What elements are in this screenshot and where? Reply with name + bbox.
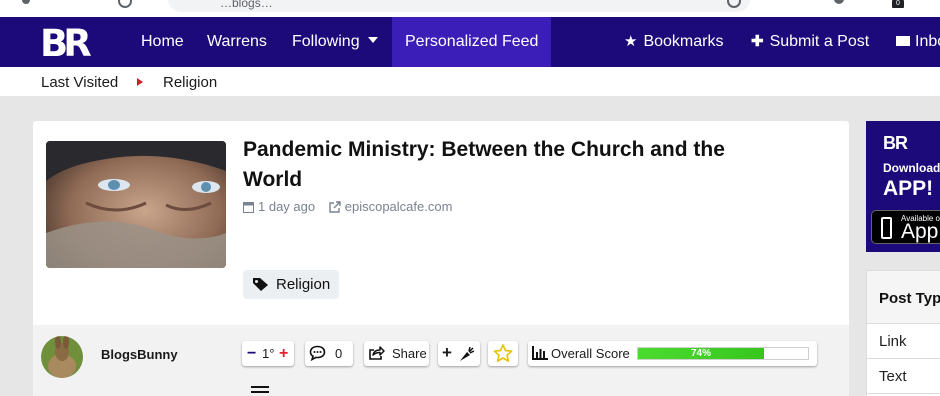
downvote-button[interactable]: − [247,341,256,366]
app-store-badge[interactable]: Available on the App Store [871,210,940,244]
share-button[interactable]: Share [364,341,429,366]
address-text: …blogs… [220,0,273,10]
score-value: 74% [690,348,711,359]
plus-icon: ✚ [751,33,764,50]
app-download-ad[interactable]: BR Download APP! Available on the App St… [866,121,940,252]
filter-title: Post Type [879,290,940,307]
nav-inbox-label: Inbox [915,33,940,50]
overall-score: Overall Score 74% [528,341,817,366]
plus-icon: + [442,343,452,362]
score-progress-bar: 74% [637,347,809,360]
more-menu-button[interactable] [245,378,275,396]
score-label: Overall Score [551,346,630,361]
extension-badge[interactable]: 0 [892,0,904,8]
crumb-last-visited[interactable]: Last Visited [41,67,118,96]
vote-control: − 1° + [242,341,294,366]
comments-button[interactable]: 0 [305,341,353,366]
post-type-filter: Post Type Link Text [866,270,940,396]
post-source-link[interactable]: episcopalcafe.com [345,199,453,214]
filter-header: Post Type [867,271,940,324]
nav-submit-label: Submit a Post [769,33,870,50]
avatar[interactable] [41,336,83,378]
nav-bookmarks[interactable]: ★ Bookmarks [624,17,723,67]
top-nav: BR Home Warrens Following Personalized F… [0,17,940,67]
svg-text:BR: BR [40,23,91,61]
share-icon [369,346,385,360]
post-thumbnail[interactable] [46,141,226,268]
post-tag[interactable]: Religion [243,270,340,299]
star-icon: ★ [624,33,638,50]
hamburger-icon [251,386,269,393]
app-store-big-text: App Store [901,220,940,243]
author-name[interactable]: BlogsBunny [101,347,178,362]
ad-logo: BR [883,133,908,153]
chevron-down-icon [367,37,378,43]
nav-following[interactable]: Following [292,17,378,67]
add-carrot-button[interactable]: + [438,341,480,366]
ad-line-app: APP! [883,177,934,200]
nav-warrens[interactable]: Warrens [207,17,267,67]
crumb-religion[interactable]: Religion [163,67,217,96]
comment-icon [309,345,326,361]
share-label: Share [392,346,427,361]
filter-option-label: Link [879,333,907,350]
post-actions: BlogsBunny − 1° + 0 Share + Overall Scor… [33,325,849,396]
nav-submit-post[interactable]: ✚ Submit a Post [751,17,869,67]
nav-following-label: Following [292,33,360,50]
post-tag-label: Religion [276,276,331,293]
nav-inbox[interactable]: Inbox [896,17,940,67]
site-logo[interactable]: BR [40,23,108,61]
ad-line-download: Download [883,161,940,175]
comment-count: 0 [335,346,343,361]
upvote-button[interactable]: + [279,341,288,366]
favorite-button[interactable] [488,341,518,366]
tag-icon [253,278,268,291]
post-title[interactable]: Pandemic Ministry: Between the Church an… [243,135,763,195]
reload-icon[interactable] [118,0,132,8]
post-meta: 1 day ago episcopalcafe.com [243,199,452,214]
vote-count: 1° [262,346,275,361]
post-time: 1 day ago [258,199,316,214]
browser-chrome: …blogs… 0 [0,0,940,17]
profile-icon[interactable] [834,0,844,4]
nav-home[interactable]: Home [141,17,184,67]
breadcrumb: Last Visited Religion [0,67,940,96]
phone-icon [881,217,892,239]
crumb-separator-icon [137,78,143,86]
nav-bookmarks-label: Bookmarks [643,33,724,50]
filter-option-link[interactable]: Link [867,324,940,359]
nav-personalized-feed[interactable]: Personalized Feed [392,17,552,67]
filter-option-text[interactable]: Text [867,359,940,394]
back-icon[interactable] [22,0,30,4]
star-outline-icon [493,344,513,362]
post-card: Pandemic Ministry: Between the Church an… [33,121,849,396]
external-link-icon [329,201,341,213]
filter-option-label: Text [879,368,907,385]
carrot-icon [460,347,475,361]
bar-chart-icon [532,346,548,360]
mail-icon [896,36,910,46]
calendar-icon [243,202,254,213]
